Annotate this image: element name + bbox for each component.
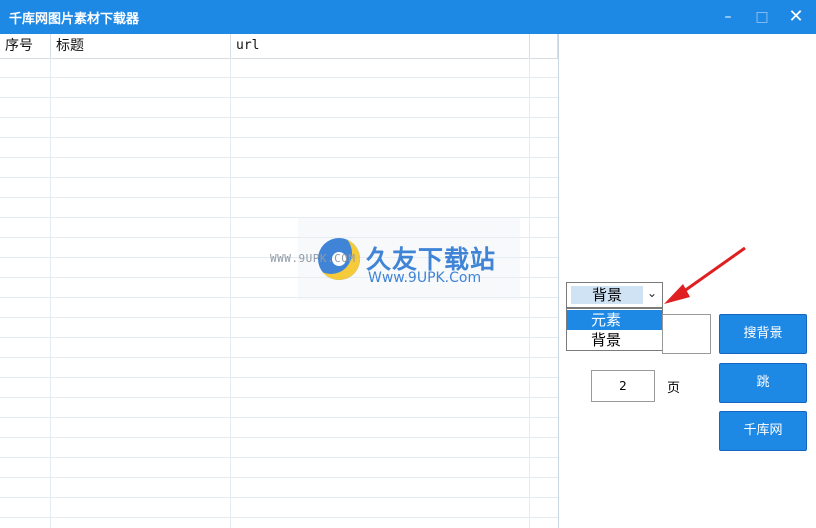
jump-button[interactable]: 跳 (719, 363, 807, 403)
watermark: WWW.9UPK.COM 久友下载站 Www.9UPK.Com (270, 218, 520, 300)
search-button[interactable]: 搜背景 (719, 314, 807, 354)
dropdown-arrow-icon[interactable]: ⌄ (647, 286, 657, 300)
dropdown-option-element[interactable]: 元素 (567, 310, 662, 330)
watermark-site-text: WWW.9UPK.COM (270, 252, 356, 265)
category-select-value: 背景 (571, 286, 643, 304)
close-icon[interactable]: ✕ (779, 0, 813, 34)
category-dropdown-list[interactable]: 元素 背景 (566, 308, 663, 351)
page-number-input[interactable]: 2 (591, 370, 655, 402)
dropdown-option-background[interactable]: 背景 (567, 330, 662, 350)
page-label: 页 (667, 381, 681, 396)
window-title: 千库网图片素材下载器 (9, 12, 140, 27)
table-header: 序号 标题 url (0, 34, 558, 59)
column-header-filler (530, 34, 558, 58)
column-header-seq[interactable]: 序号 (0, 34, 51, 58)
column-header-title[interactable]: 标题 (51, 34, 231, 58)
maximize-icon[interactable]: □ (745, 0, 779, 34)
minimize-icon[interactable]: – (711, 0, 745, 34)
keyword-input[interactable] (662, 314, 711, 354)
column-header-url[interactable]: url (231, 34, 530, 58)
qianku-site-button[interactable]: 千库网 (719, 411, 807, 451)
category-select[interactable]: 背景 ⌄ (566, 282, 663, 308)
title-bar[interactable]: 千库网图片素材下载器 – □ ✕ (0, 0, 816, 34)
watermark-url: Www.9UPK.Com (368, 270, 482, 286)
